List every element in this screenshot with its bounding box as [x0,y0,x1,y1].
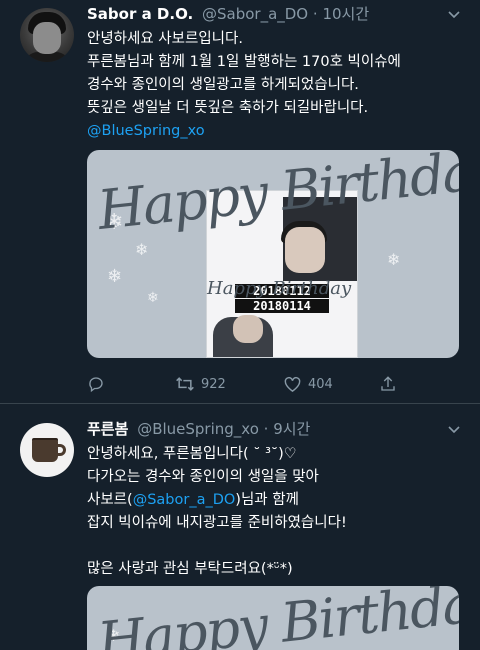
script-subtitle: Happy Birthday [207,278,352,299]
like-icon [284,376,301,392]
user-handle[interactable]: @BlueSpring_xo [137,420,259,438]
tweet-bluespring[interactable]: 푸른봄 @BlueSpring_xo · 9시간 안녕하세요, 푸른봄입니다( … [0,405,480,650]
snowflake-icon: ❄ [387,250,401,269]
tweet-actions: 922 404 [87,374,459,394]
snowflake-icon: ❄ [147,290,159,306]
tweet-text-line: 다가오는 경수와 종인이의 생일을 맞아 [87,469,319,485]
retweet-button[interactable]: 922 [175,374,226,394]
display-name[interactable]: Sabor a D.O. [87,5,193,23]
tweet-text-line: 안녕하세요, 푸른봄입니다( ˘ ³˘)♡ [87,446,297,462]
tweet-text: 안녕하세요 사보르입니다. 푸른봄님과 함께 1월 1일 발행하는 170호 빅… [87,28,401,143]
display-name[interactable]: 푸른봄 [87,420,128,438]
avatar[interactable] [20,423,74,477]
avatar[interactable] [20,8,74,62]
tweet-text-line: 뜻깊은 생일날 더 뜻깊은 축하가 되길바랍니다. [87,100,369,116]
tweet-header: Sabor a D.O. @Sabor_a_DO · 10시간 [87,3,369,24]
chevron-down-icon[interactable] [448,8,460,23]
snowflake-icon: ❄ [135,240,149,259]
share-button[interactable] [379,374,397,394]
photo-person [213,315,273,357]
mention-link[interactable]: @Sabor_a_DO [133,492,236,508]
snowflake-icon: ❄ [107,266,123,287]
mention-link[interactable]: @BlueSpring_xo [87,120,401,143]
tweet-header: 푸른봄 @BlueSpring_xo · 9시간 [87,418,310,439]
retweet-icon [176,377,194,391]
like-button[interactable]: 404 [283,374,333,394]
tweet-text-line: 잡지 빅이슈에 내지광고를 준비하였습니다! [87,515,347,531]
user-handle[interactable]: @Sabor_a_DO [202,5,308,23]
reply-button[interactable] [87,374,111,394]
timestamp[interactable]: · 10시간 [313,5,369,23]
chevron-down-icon[interactable] [448,423,460,438]
tweet-text: 안녕하세요, 푸른봄입니다( ˘ ³˘)♡ 다가오는 경수와 종인이의 생일을 … [87,443,347,581]
like-count: 404 [308,376,333,392]
tweet-sabor[interactable]: Sabor a D.O. @Sabor_a_DO · 10시간 안녕하세요 사보… [0,0,480,404]
tweet-text-line: 푸른봄님과 함께 1월 1일 발행하는 170호 빅이슈에 [87,54,401,70]
tweet-text-line: 경수와 종인이의 생일광고를 하게되었습니다. [87,77,359,93]
retweet-count: 922 [201,376,226,392]
timestamp[interactable]: · 9시간 [264,420,311,438]
tweet-text-line: 사보르(@Sabor_a_DO)님과 함께 [87,492,299,508]
tweet-image[interactable]: ❄ ❄ ❄ ❄ ❄ 20180112 20180114 Happy Birthd… [87,150,459,358]
share-icon [381,376,395,391]
tweet-text-line: 안녕하세요 사보르입니다. [87,31,243,47]
tweet-text-line: 많은 사랑과 관심 부탁드려요(*ᵕ̈*) [87,561,293,577]
tweet-image[interactable]: ❄ Happy Birthday [87,586,459,650]
script-title: Happy Birthday [94,586,459,650]
reply-icon [89,377,103,393]
